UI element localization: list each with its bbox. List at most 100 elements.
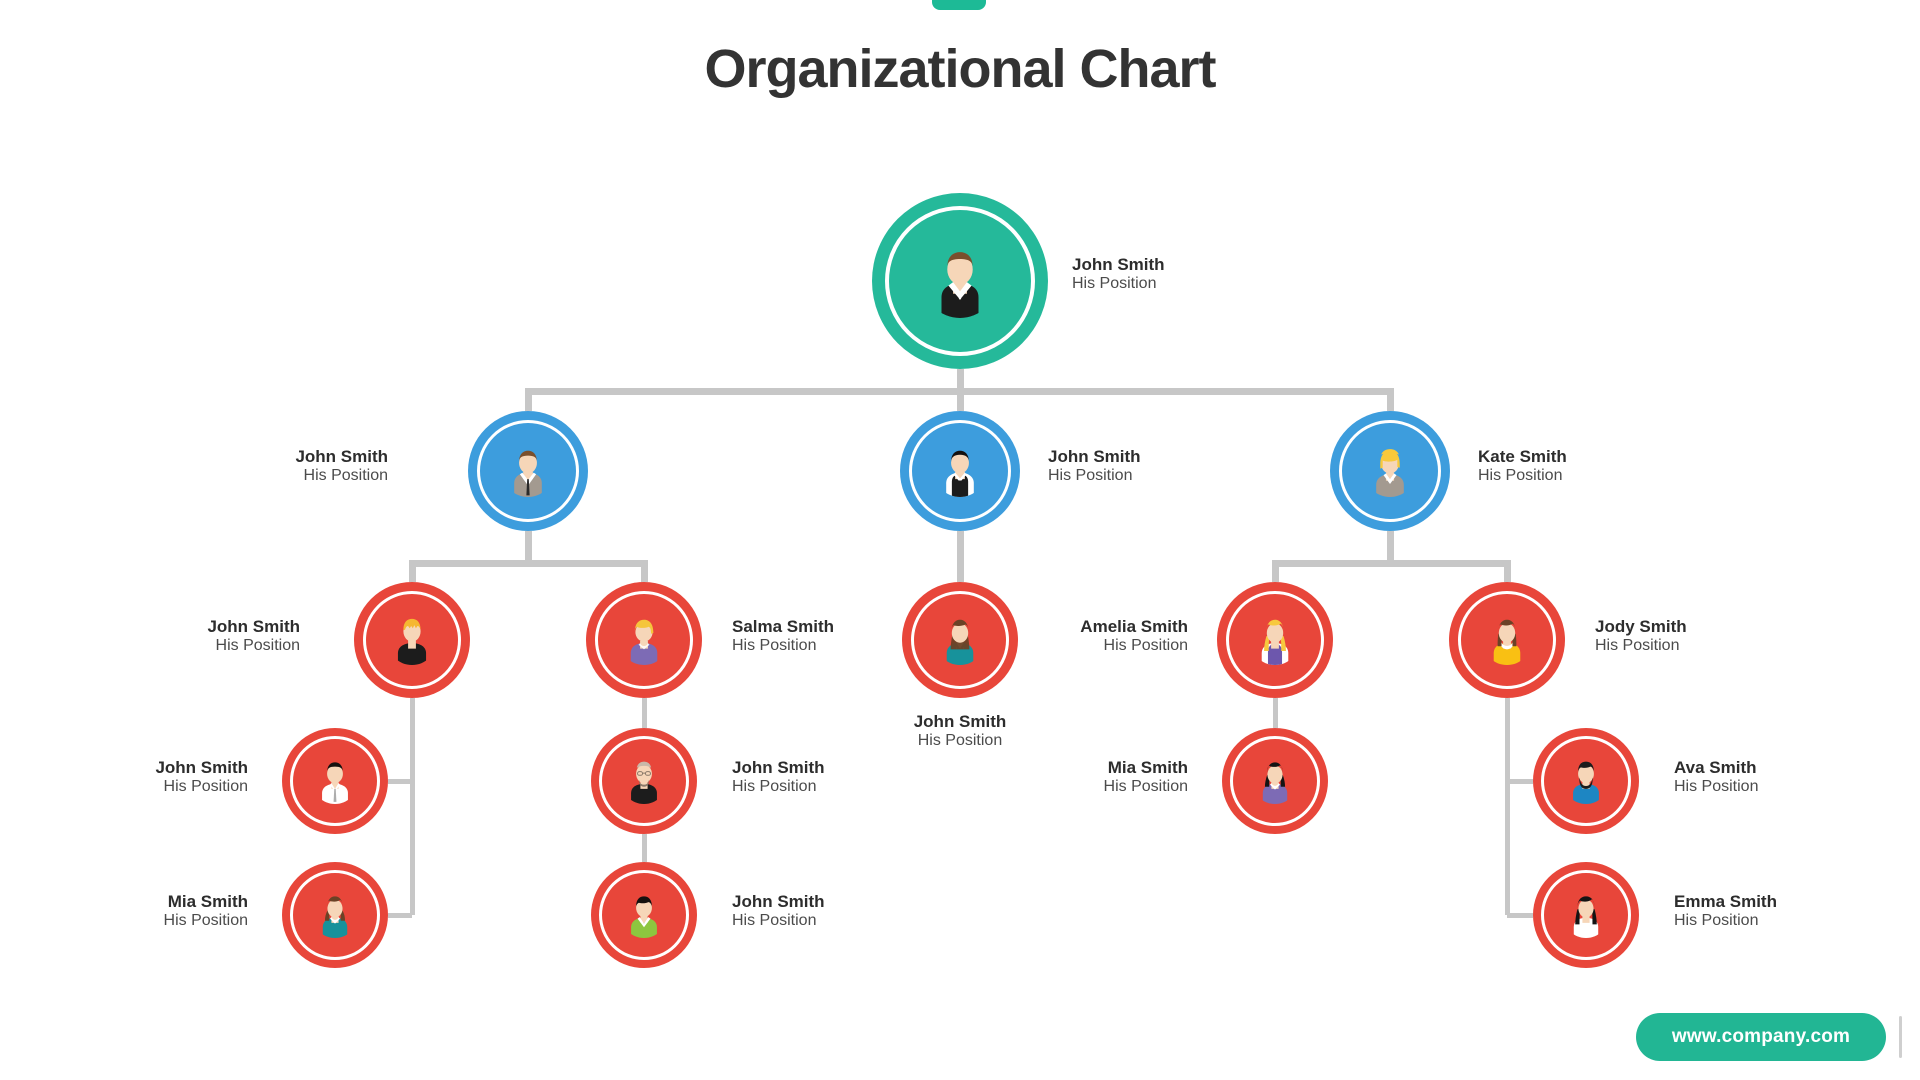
node-position: His Position xyxy=(1048,467,1133,485)
node-label-n2: John Smith His Position xyxy=(1048,447,1141,486)
connector-branch-n15 xyxy=(1507,912,1533,918)
footer-url-pill[interactable]: www.company.com xyxy=(1636,1013,1886,1061)
node-avatar-ring xyxy=(354,582,470,698)
node-position: His Position xyxy=(1103,778,1188,796)
org-node-n9[interactable] xyxy=(282,728,388,834)
node-avatar-ring xyxy=(1533,728,1639,834)
node-label-n10: Mia Smith His Position xyxy=(0,892,248,931)
node-label-n15: Emma Smith His Position xyxy=(1674,892,1777,931)
connector-bus-n3 xyxy=(1271,560,1511,567)
avatar-woman-blonde-purple-top xyxy=(619,615,669,665)
node-name: Kate Smith xyxy=(1478,447,1567,466)
avatar-man-bald-glasses-beard-black-shirt xyxy=(621,758,667,804)
node-avatar-ring xyxy=(586,582,702,698)
node-avatar-ring xyxy=(282,862,388,968)
node-label-n6: John Smith His Position xyxy=(810,712,1110,751)
connector-drop-n1 xyxy=(524,388,532,411)
footer-url-text: www.company.com xyxy=(1671,1026,1851,1047)
connector-spine-n8 xyxy=(1504,698,1510,915)
node-position: His Position xyxy=(163,778,248,796)
connector-drop-n8 xyxy=(1503,560,1511,582)
node-label-n14: Ava Smith His Position xyxy=(1674,758,1758,797)
node-position: His Position xyxy=(732,637,817,655)
node-position: His Position xyxy=(303,467,388,485)
node-name: John Smith xyxy=(1048,447,1141,466)
footer-divider xyxy=(1899,1016,1902,1058)
node-position: His Position xyxy=(732,912,817,930)
avatar-man-blonde-spiky-black-shirt xyxy=(387,615,437,665)
connector-branch-n14 xyxy=(1507,778,1533,784)
node-name: John Smith xyxy=(295,447,388,466)
connector-bus-n1 xyxy=(408,560,648,567)
org-node-n8[interactable] xyxy=(1449,582,1565,698)
node-avatar-ring xyxy=(591,862,697,968)
node-position: His Position xyxy=(1478,467,1563,485)
avatar-man-brown-hair-grey-suit xyxy=(502,445,554,497)
connector-drop-n7 xyxy=(1271,560,1279,582)
node-label-n9: John Smith His Position xyxy=(0,758,248,797)
node-name: Ava Smith xyxy=(1674,758,1757,777)
connector-drop-n3 xyxy=(1386,388,1394,411)
node-avatar-ring xyxy=(591,728,697,834)
org-node-n5[interactable] xyxy=(586,582,702,698)
node-avatar-ring xyxy=(468,411,588,531)
org-chart-canvas: Organizational Chart John Smith His Posit… xyxy=(0,0,1920,1080)
avatar-woman-black-hair-purple-top xyxy=(1252,758,1298,804)
avatar-woman-brown-bob-yellow-top xyxy=(1482,615,1532,665)
node-avatar-ring xyxy=(1449,582,1565,698)
connector-n5-n11 xyxy=(641,698,647,728)
connector-drop-n2 xyxy=(956,388,964,411)
node-position: His Position xyxy=(732,778,817,796)
org-node-n7[interactable] xyxy=(1217,582,1333,698)
node-name: Amelia Smith xyxy=(1080,617,1188,636)
node-label-n5: Salma Smith His Position xyxy=(732,617,834,656)
node-label-n8: Jody Smith His Position xyxy=(1595,617,1687,656)
org-node-n10[interactable] xyxy=(282,862,388,968)
node-position: His Position xyxy=(1674,912,1759,930)
org-node-n15[interactable] xyxy=(1533,862,1639,968)
node-label-n3: Kate Smith His Position xyxy=(1478,447,1567,486)
node-label-n0: John Smith His Position xyxy=(1072,255,1165,294)
node-name: Emma Smith xyxy=(1674,892,1777,911)
node-position: His Position xyxy=(917,732,1003,750)
avatar-woman-long-black-hair-white-top xyxy=(1563,892,1609,938)
org-node-n3[interactable] xyxy=(1330,411,1450,531)
org-node-n11[interactable] xyxy=(591,728,697,834)
avatar-man-black-hair-white-shirt-tie xyxy=(312,758,358,804)
node-avatar-ring xyxy=(1222,728,1328,834)
node-name: John Smith xyxy=(732,892,825,911)
node-position: His Position xyxy=(163,912,248,930)
avatar-man-beard-blue-shirt xyxy=(1563,758,1609,804)
node-position: His Position xyxy=(1595,637,1680,655)
node-label-n11: John Smith His Position xyxy=(732,758,825,797)
connector-n2-n6 xyxy=(956,531,964,582)
node-avatar-ring xyxy=(1533,862,1639,968)
org-node-n1[interactable] xyxy=(468,411,588,531)
node-avatar-ring xyxy=(282,728,388,834)
node-name: Mia Smith xyxy=(167,892,248,911)
org-node-n4[interactable] xyxy=(354,582,470,698)
connector-spine-n4 xyxy=(409,698,415,915)
org-node-n13[interactable] xyxy=(1222,728,1328,834)
node-name: John Smith xyxy=(732,758,825,777)
avatar-man-brown-hair-black-suit xyxy=(923,244,997,318)
org-node-n2[interactable] xyxy=(900,411,1020,531)
avatar-woman-brown-ponytail-teal-top xyxy=(312,892,358,938)
avatar-man-black-hair-bowtie-vest xyxy=(934,445,986,497)
page-title: Organizational Chart xyxy=(704,39,1216,99)
connector-n11-n12 xyxy=(641,834,647,862)
org-node-n0[interactable] xyxy=(872,193,1048,369)
node-avatar-ring xyxy=(1330,411,1450,531)
node-label-n1: John Smith His Position xyxy=(88,447,388,486)
node-name: John Smith xyxy=(155,758,248,777)
avatar-woman-blonde-bob-grey-jacket xyxy=(1364,445,1416,497)
node-position: His Position xyxy=(1072,275,1157,293)
org-node-n12[interactable] xyxy=(591,862,697,968)
connector-n7-n13 xyxy=(1272,698,1278,728)
node-name: Mia Smith xyxy=(1107,758,1188,777)
org-node-n14[interactable] xyxy=(1533,728,1639,834)
avatar-woman-blonde-long-purple-vest xyxy=(1250,615,1300,665)
node-label-n13: Mia Smith His Position xyxy=(888,758,1188,797)
node-name: Jody Smith xyxy=(1595,617,1687,636)
node-name: John Smith xyxy=(207,617,300,636)
